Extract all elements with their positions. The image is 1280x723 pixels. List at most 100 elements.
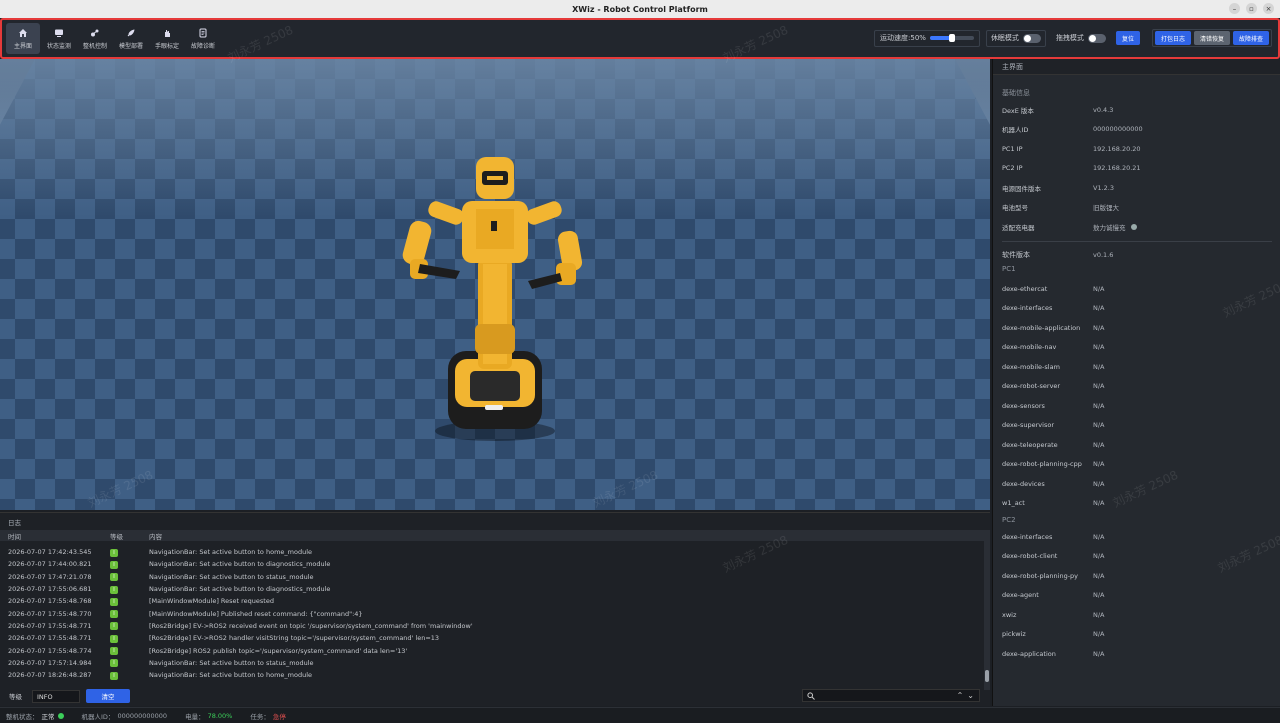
nav-label: 故障诊断 [190, 42, 215, 50]
diagnostics-icon [199, 28, 207, 37]
software-version-row: 软件版本 v0.1.6 [1002, 251, 1114, 260]
nav-label: 模型部署 [118, 42, 143, 50]
nav-item-model-deploy[interactable]: 模型部署 [114, 23, 148, 54]
robot-control-icon [91, 29, 99, 36]
log-row[interactable]: 2026-07-07 17:55:48.768 I [MainWindowModul… [0, 595, 984, 607]
pc1-row: dexe-sensors N/A [1002, 401, 1105, 410]
drag-mode-toggle[interactable] [1087, 33, 1106, 43]
log-row[interactable]: 2026-07-07 17:57:14.984 I NavigationBar: S… [0, 657, 984, 669]
log-row[interactable]: 2026-07-07 18:26:48.287 I NavigationBar: S… [0, 669, 984, 681]
info-row: PC2 IP 192.168.20.21 [1002, 164, 1141, 173]
3d-viewport[interactable] [0, 59, 990, 510]
sleep-mode-control: 休眠模式 [985, 29, 1046, 47]
level-badge: I [110, 560, 118, 569]
level-badge: I [110, 573, 118, 582]
log-scrollbar[interactable] [984, 530, 990, 690]
nav-item-robot-control[interactable]: 整机控制 [78, 23, 112, 54]
drag-mode-control: 拖拽模式 [1052, 30, 1110, 47]
level-badge: I [110, 634, 118, 643]
level-badge: I [110, 597, 118, 606]
fault-report-button[interactable]: 故障排查 [1232, 31, 1269, 45]
speed-control: 运动速度:50% [874, 29, 980, 47]
column-header-message[interactable]: 内容 [149, 531, 984, 541]
log-row[interactable]: 2026-07-07 17:55:06.681 I NavigationBar: S… [0, 583, 984, 595]
pc2-row: dexe-robot-planning-py N/A [1002, 571, 1105, 580]
maximize-icon[interactable]: ▫ [1246, 3, 1257, 14]
window-titlebar: XWiz - Robot Control Platform – ▫ × [0, 0, 1280, 18]
column-header-level[interactable]: 等级 [110, 531, 149, 541]
log-row[interactable]: 2026-07-07 17:55:48.771 I [Ros2Bridge] EV-… [0, 632, 984, 644]
task-status: 任务： 急停 [250, 712, 286, 721]
pc2-row: pickwiz N/A [1002, 630, 1105, 639]
nav-label: 整机控制 [82, 42, 107, 50]
pc2-row: dexe-application N/A [1002, 649, 1105, 658]
machine-status-value: 正常 [41, 712, 55, 721]
nav-item-home[interactable]: 主界面 [6, 23, 40, 54]
info-panel: 主界面 基础信息 DexE 版本 v0.4.3 机器人ID 000000000000… [992, 59, 1280, 706]
nav-item-hand-eye-calibration[interactable]: 手眼标定 [150, 23, 184, 54]
level-filter-select[interactable]: INFO [32, 689, 80, 703]
log-search-input[interactable] [823, 691, 957, 700]
info-row: 电池型号 旧版锂大 [1002, 204, 1119, 213]
log-row[interactable]: 2026-07-07 17:55:48.774 I [Ros2Bridge] ROS… [0, 644, 984, 656]
robot-scene [0, 59, 990, 510]
level-filter-label: 等级 [9, 693, 22, 701]
log-footer: 等级 INFO 清空 ⌃ ⌄ [0, 686, 990, 706]
status-ok-icon [57, 712, 64, 719]
log-row[interactable]: 2026-07-07 17:42:43.545 I NavigationBar: S… [0, 546, 984, 558]
nav-item-diagnostics[interactable]: 故障诊断 [186, 23, 220, 54]
hand-icon [165, 29, 170, 37]
nav-label: 主界面 [13, 42, 32, 50]
pc2-list: dexe-interfaces N/A dexe-robot-client N/A … [1002, 527, 1280, 664]
level-badge: I [110, 659, 118, 668]
chevron-down-icon[interactable]: ⌄ [967, 691, 974, 700]
info-row: 机器人ID 000000000000 [1002, 125, 1143, 135]
search-nav: ⌃ ⌄ [957, 691, 974, 700]
nav-item-status[interactable]: 状态监测 [42, 23, 76, 54]
nav-label: 手眼标定 [154, 42, 179, 50]
speed-label: 运动速度:50% [880, 34, 926, 42]
level-badge: I [110, 622, 118, 631]
pc1-row: dexe-robot-server N/A [1002, 382, 1105, 391]
log-title: 日志 [8, 519, 21, 527]
pc1-row: dexe-devices N/A [1002, 479, 1105, 488]
log-table-header: 时间 等级 内容 [0, 530, 984, 541]
column-header-time[interactable]: 时间 [0, 531, 110, 541]
battery-value: 78.00% [207, 711, 233, 720]
nav-label: 状态监测 [46, 42, 71, 50]
window-title: XWiz - Robot Control Platform [572, 4, 708, 14]
log-panel: 日志 时间 等级 内容 2026-07-07 17:42:43.545 I Navi… [0, 512, 990, 706]
home-icon [19, 28, 27, 37]
sleep-mode-toggle[interactable] [1022, 33, 1041, 43]
pc1-row: dexe-robot-planning-cpp N/A [1002, 460, 1105, 469]
minimize-icon[interactable]: – [1229, 3, 1240, 14]
reset-button[interactable]: 复位 [1115, 31, 1140, 45]
info-row: PC1 IP 192.168.20.20 [1002, 144, 1141, 153]
info-row: DexE 版本 v0.4.3 [1002, 105, 1114, 115]
pack-log-button[interactable]: 打包日志 [1154, 31, 1191, 45]
log-row[interactable]: 2026-07-07 17:47:21.078 I NavigationBar: S… [0, 571, 984, 583]
clear-log-button[interactable]: 清空 [86, 689, 130, 703]
log-scrollbar-thumb[interactable] [985, 670, 989, 682]
speed-slider[interactable] [929, 34, 974, 42]
log-table-body[interactable]: 2026-07-07 17:42:43.545 I NavigationBar: S… [0, 546, 984, 681]
status-bar: 整机状态： 正常 机器人ID： 000000000000 电量： 78.00% … [0, 707, 1280, 723]
log-row[interactable]: 2026-07-07 17:55:48.770 I [MainWindowModul… [0, 607, 984, 619]
info-panel-body: 基础信息 DexE 版本 v0.4.3 机器人ID 000000000000 PC1… [993, 75, 1280, 664]
pc1-row: w1_act N/A [1002, 499, 1105, 508]
level-badge: I [110, 671, 118, 680]
clear-error-button[interactable]: 清错恢复 [1193, 31, 1230, 45]
battery-status: 电量： 78.00% [185, 711, 233, 721]
speed-slider-knob[interactable] [948, 34, 955, 42]
info-icon[interactable] [1130, 223, 1137, 230]
pc1-list: dexe-ethercat N/A dexe-interfaces N/A dexe… [1002, 279, 1280, 513]
sleep-mode-label: 休眠模式 [990, 34, 1019, 42]
pc1-title: PC1 [1002, 265, 1016, 273]
close-icon[interactable]: × [1263, 3, 1274, 14]
chevron-up-icon[interactable]: ⌃ [957, 691, 964, 700]
log-row[interactable]: 2026-07-07 17:55:48.771 I [Ros2Bridge] EV-… [0, 620, 984, 632]
top-toolbar: 主界面 状态监测 整机控制 模型部署 手眼标定 故障诊断 运动速度:50% 休眠… [0, 18, 1280, 59]
main-navigation: 主界面 状态监测 整机控制 模型部署 手眼标定 故障诊断 [6, 23, 220, 54]
log-row[interactable]: 2026-07-07 17:44:00.821 I NavigationBar: S… [0, 558, 984, 570]
info-row: 电源固件版本 V1.2.3 [1002, 183, 1114, 193]
